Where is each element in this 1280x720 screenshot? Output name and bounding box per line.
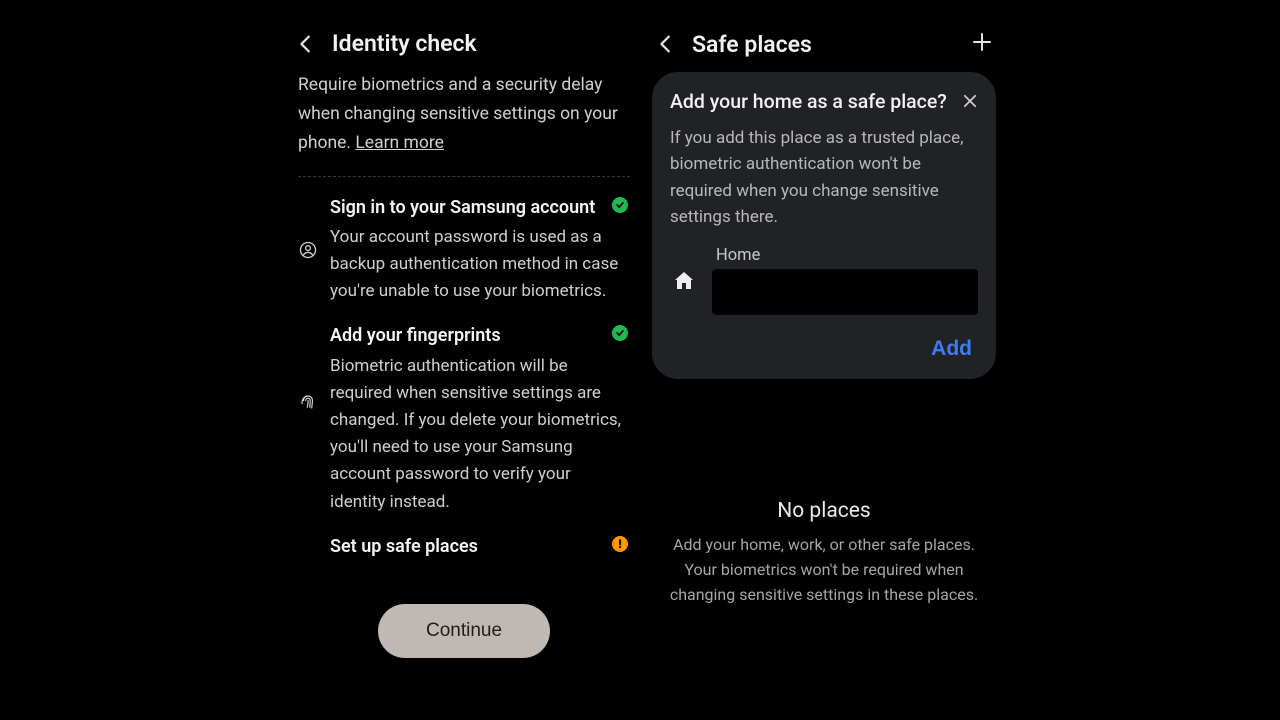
spacer: [298, 534, 318, 580]
learn-more-link[interactable]: Learn more: [355, 133, 444, 153]
place-address-input[interactable]: [712, 269, 978, 315]
home-icon: [670, 269, 698, 293]
identity-check-screen: Identity check Require biometrics and a …: [290, 22, 638, 720]
card-title: Add your home as a safe place?: [670, 90, 978, 113]
back-icon[interactable]: [654, 32, 678, 56]
status-warn-icon: !: [612, 536, 628, 552]
step-title: Sign in to your Samsung account: [330, 195, 630, 220]
place-row: Home: [670, 246, 978, 315]
account-icon: [298, 195, 318, 306]
empty-text: Add your home, work, or other safe place…: [664, 533, 984, 607]
page-title: Identity check: [332, 30, 477, 57]
divider: [298, 176, 630, 177]
fingerprint-icon: [298, 323, 318, 515]
back-icon[interactable]: [294, 32, 318, 56]
close-icon[interactable]: [958, 89, 982, 113]
step-title: Add your fingerprints: [330, 323, 630, 348]
empty-title: No places: [664, 499, 984, 523]
step-text: Biometric authentication will be require…: [330, 353, 630, 516]
step-safe-places[interactable]: Set up safe places !: [290, 530, 638, 594]
header: Identity check: [290, 22, 638, 71]
add-home-card: Add your home as a safe place? If you ad…: [652, 72, 996, 379]
card-text: If you add this place as a trusted place…: [670, 125, 978, 230]
step-text: Your account password is used as a backu…: [330, 224, 630, 306]
description-text: Require biometrics and a security delay …: [298, 75, 618, 153]
add-button[interactable]: Add: [925, 333, 978, 365]
step-fingerprints[interactable]: Add your fingerprints Biometric authenti…: [290, 319, 638, 529]
step-sign-in[interactable]: Sign in to your Samsung account Your acc…: [290, 191, 638, 320]
page-title: Safe places: [692, 31, 812, 58]
safe-places-screen: Safe places Add your home as a safe plac…: [650, 22, 998, 720]
continue-button[interactable]: Continue: [378, 604, 550, 658]
step-title: Set up safe places: [330, 534, 630, 559]
empty-state: No places Add your home, work, or other …: [650, 499, 998, 607]
header: Safe places: [650, 22, 998, 72]
add-place-button[interactable]: [970, 30, 994, 58]
status-done-icon: [612, 197, 628, 213]
place-label: Home: [712, 246, 978, 265]
page-description: Require biometrics and a security delay …: [290, 71, 638, 176]
